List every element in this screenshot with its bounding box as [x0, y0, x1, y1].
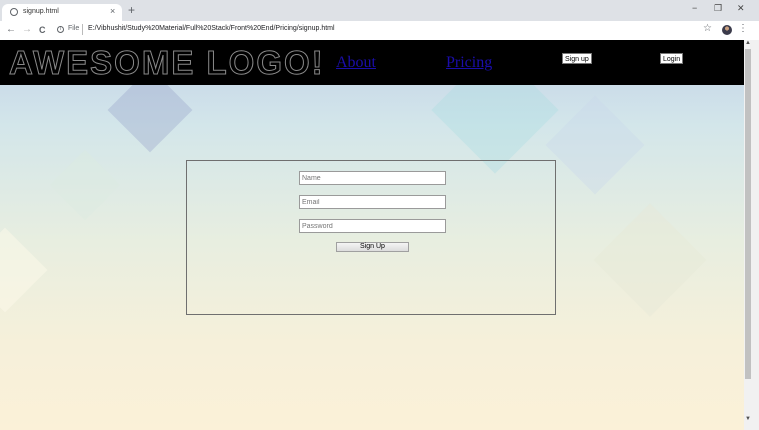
new-tab-button[interactable]: + — [128, 4, 135, 16]
site-logo[interactable]: AWESOME LOGO! — [9, 44, 325, 81]
nav-link-about[interactable]: About — [336, 54, 376, 72]
background-shape — [0, 227, 48, 313]
scrollbar-thumb[interactable] — [745, 49, 751, 379]
name-input[interactable] — [299, 171, 446, 185]
signup-header-button[interactable]: Sign up — [562, 53, 592, 64]
password-input[interactable] — [299, 219, 446, 233]
tab-close-icon[interactable]: × — [110, 6, 115, 16]
url-field[interactable]: E:/Vibhushit/Study%20Material/Full%20Sta… — [88, 25, 335, 32]
login-header-button[interactable]: Login — [660, 53, 684, 64]
signup-form: Sign Up — [186, 160, 556, 315]
page-scrollbar[interactable]: ▲ ▼ — [744, 40, 759, 430]
reload-button[interactable]: C — [39, 24, 46, 36]
back-button[interactable]: ← — [6, 24, 16, 36]
background-shape — [49, 149, 121, 221]
scroll-down-arrow-icon[interactable]: ▼ — [745, 416, 751, 422]
signup-submit-button[interactable]: Sign Up — [336, 242, 409, 252]
background-shape — [593, 203, 707, 317]
address-bar: ← → C i File E:/Vibhushit/Study%20Materi… — [0, 21, 759, 40]
divider — [82, 24, 83, 35]
page-viewport: AWESOME LOGO! About Pricing Sign up Logi… — [0, 40, 744, 430]
site-header: AWESOME LOGO! About Pricing Sign up Logi… — [0, 40, 744, 85]
tab-title: signup.html — [23, 8, 59, 15]
browser-menu-icon[interactable]: ⋮ — [738, 23, 748, 34]
close-window-button[interactable]: ✕ — [737, 3, 745, 14]
globe-icon — [10, 8, 18, 16]
background-shape — [545, 95, 645, 195]
bookmark-star-icon[interactable]: ☆ — [703, 23, 712, 34]
file-label: File — [68, 25, 80, 32]
browser-tab-bar: signup.html × + − ❐ ✕ — [0, 0, 759, 21]
info-icon[interactable]: i — [57, 26, 64, 33]
browser-tab[interactable]: signup.html × — [2, 4, 122, 21]
email-input[interactable] — [299, 195, 446, 209]
profile-avatar[interactable] — [722, 25, 732, 35]
restore-button[interactable]: ❐ — [714, 3, 722, 14]
minimize-button[interactable]: − — [692, 3, 697, 13]
scroll-up-arrow-icon[interactable]: ▲ — [745, 40, 751, 46]
nav-link-pricing[interactable]: Pricing — [446, 54, 492, 72]
forward-button[interactable]: → — [22, 24, 32, 36]
